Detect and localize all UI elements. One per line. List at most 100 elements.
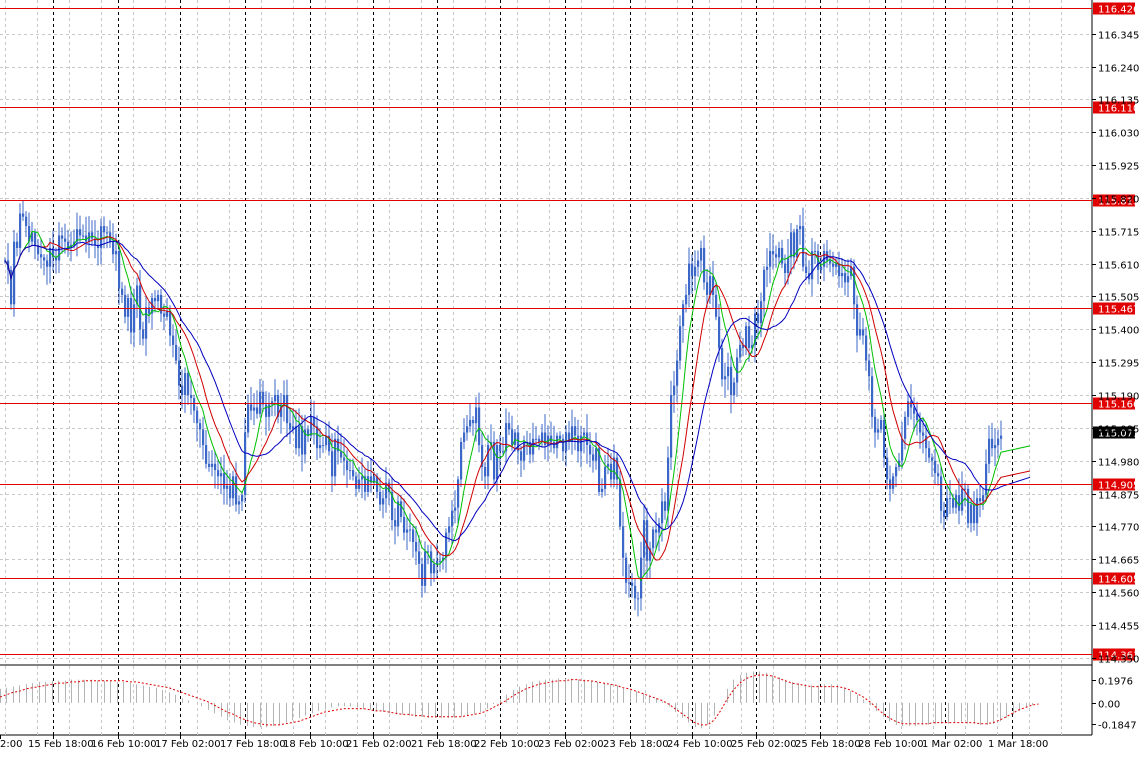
candle-body bbox=[877, 429, 880, 433]
candle-body bbox=[487, 445, 490, 477]
candle-body bbox=[379, 491, 382, 505]
price-tick-label: 114.455 bbox=[1098, 622, 1139, 633]
candle-body bbox=[562, 438, 565, 452]
candle-body bbox=[310, 416, 313, 436]
price-level-label: 116.426 bbox=[1098, 5, 1139, 16]
candle-body bbox=[787, 257, 790, 274]
candle-body bbox=[730, 366, 733, 395]
candle-body bbox=[484, 466, 487, 477]
candle-body bbox=[322, 445, 325, 447]
candle-body bbox=[973, 504, 976, 524]
candle-body bbox=[820, 266, 823, 270]
candle-body bbox=[946, 498, 949, 517]
price-tick-label: 115.610 bbox=[1098, 261, 1139, 272]
candle-body bbox=[175, 344, 178, 361]
price-tick-label: 114.560 bbox=[1098, 589, 1139, 600]
time-tick-label: 22 Feb 10:00 bbox=[474, 739, 540, 750]
candle-body bbox=[904, 416, 907, 439]
time-tick-label: 23 Feb 02:00 bbox=[538, 739, 604, 750]
candle-body bbox=[118, 251, 121, 289]
candle-body bbox=[238, 501, 241, 505]
candle-body bbox=[250, 404, 253, 411]
candle-body bbox=[460, 441, 463, 480]
candle-body bbox=[631, 582, 634, 586]
candle-body bbox=[412, 529, 415, 543]
price-tick-label: 115.925 bbox=[1098, 162, 1139, 173]
candle-body bbox=[670, 394, 673, 458]
chart-canvas[interactable]: 116.426116.110115.813115.467115.166114.9… bbox=[0, 0, 1140, 757]
time-tick-label: 21 Feb 18:00 bbox=[411, 739, 477, 750]
candle-body bbox=[553, 441, 556, 449]
candle-body bbox=[724, 376, 727, 380]
candle-body bbox=[601, 488, 604, 492]
candle-body bbox=[574, 426, 577, 436]
candle-body bbox=[952, 498, 955, 508]
candle-body bbox=[331, 451, 334, 477]
candle-body bbox=[346, 460, 349, 471]
candle-body bbox=[499, 445, 502, 452]
candle-body bbox=[712, 276, 715, 295]
candle-body bbox=[295, 426, 298, 449]
candle-body bbox=[958, 495, 961, 511]
candle-body bbox=[40, 254, 43, 258]
candle-body bbox=[454, 507, 457, 511]
candle-body bbox=[502, 451, 505, 453]
candle-body bbox=[79, 229, 82, 236]
price-tick-label: 114.875 bbox=[1098, 491, 1139, 502]
candle-body bbox=[679, 326, 682, 361]
candle-body bbox=[799, 226, 802, 230]
candle-body bbox=[934, 460, 937, 474]
candle-body bbox=[121, 288, 124, 295]
candle-body bbox=[691, 263, 694, 277]
candle-body bbox=[844, 273, 847, 283]
candle-body bbox=[247, 404, 250, 433]
time-tick-label: 25 Feb 02:00 bbox=[731, 739, 797, 750]
time-tick-label: 28 Feb 10:00 bbox=[858, 739, 924, 750]
candle-body bbox=[652, 529, 655, 549]
candle-body bbox=[634, 585, 637, 599]
candle-body bbox=[157, 294, 160, 302]
candle-body bbox=[664, 501, 667, 511]
candle-body bbox=[253, 407, 256, 411]
candle-body bbox=[49, 247, 52, 267]
candle-body bbox=[361, 476, 364, 480]
time-tick-label: 17 Feb 18:00 bbox=[220, 739, 286, 750]
candle-body bbox=[895, 466, 898, 477]
candle-body bbox=[835, 263, 838, 267]
candle-body bbox=[178, 360, 181, 386]
candle-body bbox=[814, 251, 817, 253]
candle-body bbox=[154, 298, 157, 302]
candle-body bbox=[16, 241, 19, 248]
candle-body bbox=[409, 529, 412, 531]
candle-body bbox=[805, 266, 808, 274]
candle-body bbox=[511, 429, 514, 446]
candle-body bbox=[919, 420, 922, 433]
candle-body bbox=[202, 429, 205, 446]
candle-body bbox=[607, 463, 610, 467]
candle-body bbox=[784, 263, 787, 274]
candle-body bbox=[715, 294, 718, 317]
candle-body bbox=[676, 360, 679, 386]
candle-body bbox=[478, 407, 481, 446]
candle-body bbox=[859, 329, 862, 336]
candle-body bbox=[406, 529, 409, 533]
candle-body bbox=[604, 466, 607, 489]
candle-body bbox=[535, 438, 538, 440]
candle-body bbox=[874, 416, 877, 433]
candle-body bbox=[226, 485, 229, 489]
candle-body bbox=[283, 394, 286, 405]
candle-body bbox=[493, 441, 496, 480]
candle-body bbox=[937, 473, 940, 477]
forex-chart[interactable]: 116.426 116.110 115.813 115.467 115.166 114.9… bbox=[0, 0, 1140, 757]
candle-body bbox=[22, 213, 25, 217]
candle-body bbox=[769, 251, 772, 267]
candle-body bbox=[187, 373, 190, 395]
candle-body bbox=[760, 301, 763, 324]
price-tick-label: 115.505 bbox=[1098, 293, 1139, 304]
candle-body bbox=[34, 232, 37, 245]
candle-body bbox=[721, 348, 724, 380]
price-tick-label: 114.665 bbox=[1098, 556, 1139, 567]
candle-body bbox=[418, 551, 421, 564]
candle-body bbox=[757, 313, 760, 324]
candle-body bbox=[1000, 435, 1003, 439]
